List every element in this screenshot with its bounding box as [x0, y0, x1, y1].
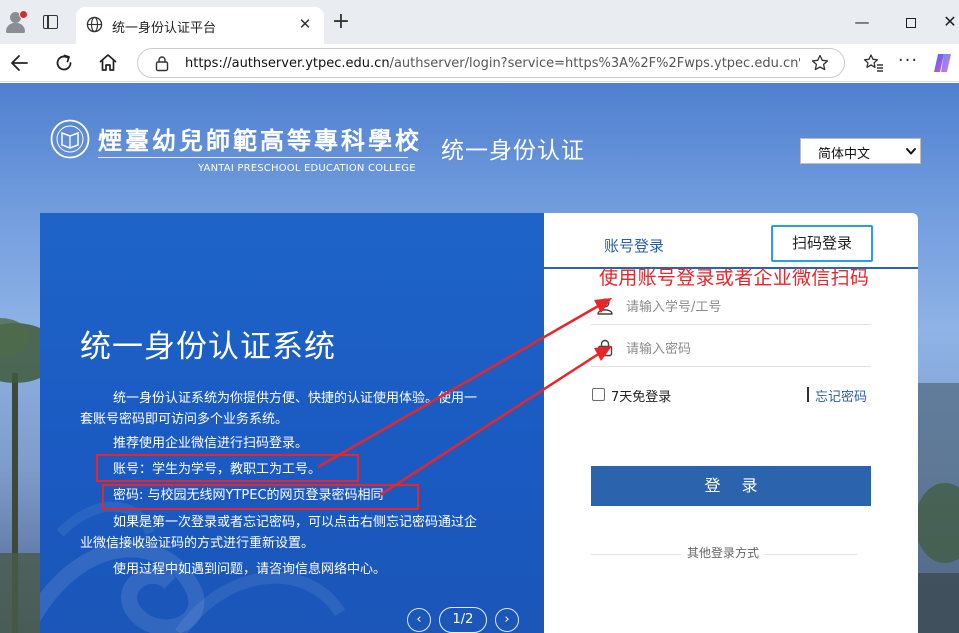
- user-icon: [597, 298, 613, 315]
- college-logo: 煙臺幼兒師範高等專科學校 YANTAI PRESCHOOL EDUCATION …: [50, 119, 419, 177]
- remember-checkbox[interactable]: [592, 388, 605, 401]
- username-placeholder: 请输入学号/工号: [626, 300, 722, 315]
- close-icon[interactable]: ✕: [296, 15, 314, 33]
- profile-icon[interactable]: [4, 10, 28, 34]
- password-highlight-box: [102, 484, 419, 510]
- other-login-methods: 其他登录方式: [591, 543, 857, 563]
- language-selected: 简体中文: [818, 147, 871, 162]
- back-icon[interactable]: [7, 50, 33, 76]
- copilot-icon[interactable]: [931, 51, 955, 75]
- pager-prev-button[interactable]: ‹: [407, 608, 431, 632]
- lock-icon[interactable]: [154, 55, 170, 72]
- reset-line-2: 业微信接收验证码的方式进行重新设置。: [80, 536, 315, 551]
- pager-next-button[interactable]: ›: [495, 608, 519, 632]
- lock-icon: [597, 339, 613, 357]
- password-field[interactable]: 请输入密码: [591, 327, 871, 367]
- reset-line-1: 如果是第一次登录或者忘记密码，可以点击右侧忘记密码通过企: [113, 515, 478, 530]
- forgot-password-link[interactable]: 忘记密码: [815, 386, 867, 405]
- reload-icon[interactable]: [51, 50, 77, 76]
- url-path: /authserver/login?service=https%3A%2F%2F…: [389, 56, 800, 71]
- browser-toolbar: https://authserver.ytpec.edu.cn/authserv…: [0, 44, 959, 82]
- new-tab-icon[interactable]: +: [330, 11, 352, 34]
- login-panel: 账号登录 扫码登录 使用账号登录或者企业微信扫码 请输入学号/工号 请输入密码 …: [544, 213, 918, 633]
- intro-line-1: 统一身份认证系统为你提供方便、快捷的认证使用体验。使用一: [113, 391, 478, 406]
- url-host: https://authserver.ytpec.edu.cn: [185, 56, 390, 71]
- remember-label: 7天免登录: [611, 390, 672, 405]
- remember-me[interactable]: 7天免登录: [592, 385, 712, 405]
- page-heading: 统一身份认证: [441, 138, 585, 164]
- college-name-en: YANTAI PRESCHOOL EDUCATION COLLEGE: [198, 163, 416, 174]
- tab-qr-login[interactable]: 扫码登录: [771, 225, 873, 262]
- minimize-icon[interactable]: —: [850, 10, 874, 34]
- favorites-icon[interactable]: [862, 51, 886, 75]
- system-title: 统一身份认证系统: [80, 329, 336, 365]
- chevron-down-icon: [906, 148, 916, 155]
- username-field[interactable]: 请输入学号/工号: [591, 285, 871, 325]
- maximize-icon[interactable]: [899, 10, 923, 34]
- home-icon[interactable]: [95, 50, 121, 76]
- star-icon[interactable]: [810, 53, 830, 73]
- tab-title: 统一身份认证平台: [112, 21, 217, 36]
- tab-actions-icon[interactable]: [43, 15, 58, 29]
- reset-paragraph: 如果是第一次登录或者忘记密码，可以点击右侧忘记密码通过企 业微信接收验证码的方式…: [80, 512, 477, 554]
- other-login-label: 其他登录方式: [681, 544, 766, 561]
- info-pager: ‹ 1/2 ›: [407, 607, 521, 633]
- window-close-icon[interactable]: ✕: [938, 10, 959, 34]
- help-tip: 使用过程中如遇到问题，请咨询信息网络中心。: [113, 562, 387, 577]
- account-highlight-box: [96, 454, 359, 482]
- intro-paragraph: 统一身份认证系统为你提供方便、快捷的认证使用体验。使用一 套账号密码即可访问多个…: [80, 388, 477, 430]
- browser-tab[interactable]: 统一身份认证平台 ✕: [76, 7, 324, 44]
- globe-icon: [86, 16, 103, 33]
- login-page: 煙臺幼兒師範高等專科學校 YANTAI PRESCHOOL EDUCATION …: [0, 83, 959, 633]
- password-placeholder: 请输入密码: [626, 342, 692, 357]
- tab-account-login[interactable]: 账号登录: [604, 235, 664, 256]
- browser-tab-bar: 统一身份认证平台 ✕ + — ✕: [0, 0, 959, 44]
- login-button[interactable]: 登 录: [591, 466, 871, 506]
- college-name: 煙臺幼兒師範高等專科學校: [98, 126, 422, 155]
- wechat-tip: 推荐使用企业微信进行扫码登录。: [113, 436, 309, 451]
- url-text: https://authserver.ytpec.edu.cn/authserv…: [185, 56, 800, 71]
- address-bar[interactable]: https://authserver.ytpec.edu.cn/authserv…: [137, 48, 845, 78]
- forgot-separator: [807, 387, 809, 402]
- language-select[interactable]: 简体中文: [800, 138, 921, 164]
- intro-line-2: 套账号密码即可访问多个业务系统。: [80, 412, 289, 427]
- college-emblem-icon: [50, 119, 90, 159]
- more-icon[interactable]: ···: [896, 51, 920, 75]
- info-panel: 统一身份认证系统 统一身份认证系统为你提供方便、快捷的认证使用体验。使用一 套账…: [40, 213, 544, 633]
- logo-divider: [98, 157, 408, 158]
- pager-indicator: 1/2: [439, 607, 487, 633]
